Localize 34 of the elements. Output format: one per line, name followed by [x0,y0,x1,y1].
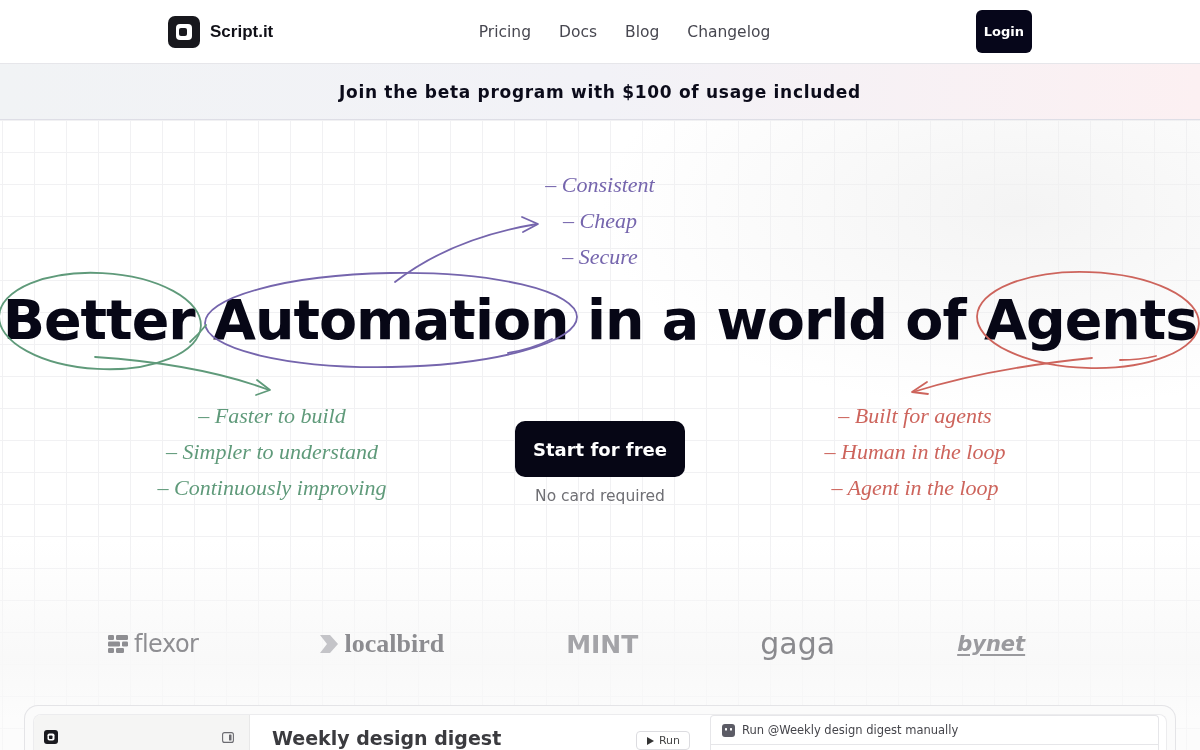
logo-wordmark: MINT [566,631,639,657]
logo-wordmark: localbird [344,631,445,657]
annotation-note: – Continuously improving [157,474,387,502]
app-logo-icon[interactable] [44,730,58,744]
banner-text: Join the beta program with $100 of usage included [339,81,861,102]
annotation-note: – Built for agents [838,402,992,430]
start-button[interactable]: Start for free [515,421,685,477]
cta-note: No card required [535,486,665,507]
run-button[interactable]: Run [635,731,690,750]
logo-wordmark: gaga [760,629,836,659]
workflow-title: Weekly design digest [272,727,502,749]
app-logo-icon[interactable] [168,15,200,48]
nav-link[interactable]: Changelog [687,22,771,41]
chevron-icon [320,635,339,653]
sidebar-toggle-icon[interactable] [222,732,234,743]
hero-headline: Better Automation in a world of Agents [2,286,1198,354]
nav-link[interactable]: Pricing [478,22,531,41]
annotation-note: – Faster to build [198,402,346,430]
logo-wordmark: flexor [134,632,199,656]
annotation-note: – Consistent [545,171,655,199]
panel-title: Run @Weekly design digest manually [742,723,959,737]
nav-link[interactable]: Docs [559,22,598,41]
play-icon [646,736,654,745]
annotation-note: – Agent in the loop [831,474,999,502]
logo-wordmark: bynet [957,633,1026,655]
nav-link[interactable]: Blog [625,22,660,41]
login-button[interactable]: Login [975,10,1032,53]
annotation-note: – Secure [562,243,638,271]
annotation-note: – Cheap [563,207,637,235]
annotation-note: – Simpler to understand [165,438,379,466]
brand-name[interactable]: Script.it [210,21,274,42]
blocks-icon [108,635,128,653]
robot-face-icon [722,723,735,737]
annotation-note: – Human in the loop [824,438,1006,466]
